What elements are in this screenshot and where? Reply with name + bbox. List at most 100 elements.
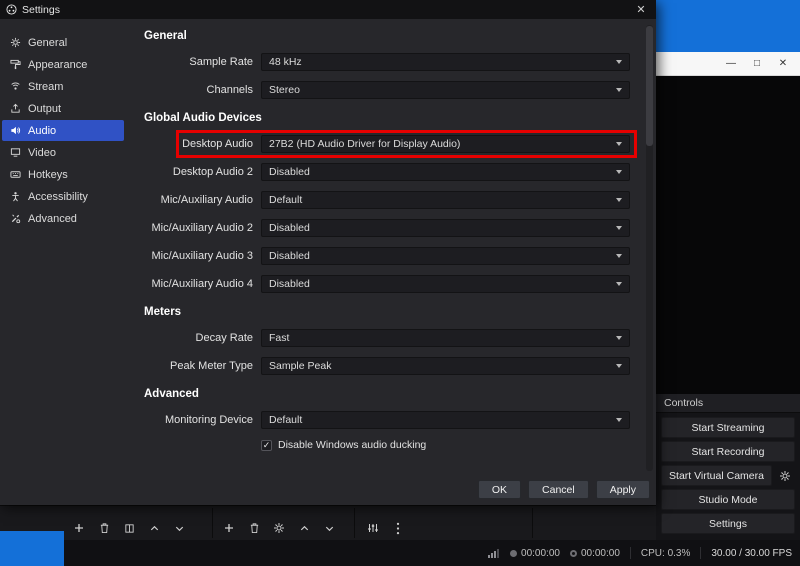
- section-title: General: [144, 29, 630, 43]
- setting-label: Mic/Auxiliary Audio 2: [144, 219, 253, 237]
- section-global-audio-devices: Global Audio Devices Desktop Audio 27B2 …: [144, 111, 630, 293]
- sample-rate-dropdown[interactable]: 48 kHz: [261, 53, 630, 71]
- bottom-dock: [0, 505, 656, 540]
- mic-auxiliary-audio-3-dropdown[interactable]: Disabled: [261, 247, 630, 265]
- monitoring-device-dropdown[interactable]: Default: [261, 411, 630, 429]
- sidebar-item-audio[interactable]: Audio: [2, 120, 124, 141]
- chevron-down-icon: [616, 254, 622, 258]
- disable-audio-ducking-checkbox[interactable]: [261, 440, 272, 451]
- settings-button[interactable]: Settings: [661, 513, 795, 534]
- mixer-sliders-button[interactable]: [366, 521, 380, 535]
- status-separator: [700, 547, 701, 559]
- desktop-background-bottom: [0, 531, 64, 566]
- mic-auxiliary-audio-dropdown[interactable]: Default: [261, 191, 630, 209]
- scrollbar-thumb[interactable]: [646, 26, 653, 146]
- dropdown-value: Disabled: [269, 278, 310, 290]
- dialog-title: Settings: [22, 4, 60, 16]
- status-separator: [630, 547, 631, 559]
- setting-row: Mic/Auxiliary Audio 3 Disabled: [144, 247, 630, 265]
- controls-dock-title: Controls: [656, 394, 800, 413]
- mic-auxiliary-audio-2-dropdown[interactable]: Disabled: [261, 219, 630, 237]
- sidebar-item-video[interactable]: Video: [2, 142, 124, 163]
- sidebar-item-general[interactable]: General: [2, 32, 124, 53]
- chevron-down-icon: [616, 60, 622, 64]
- sidebar-item-advanced[interactable]: Advanced: [2, 208, 124, 229]
- move-up-button[interactable]: [147, 521, 161, 535]
- desktop-background-top: [656, 0, 800, 52]
- setting-row: Sample Rate 48 kHz: [144, 53, 630, 71]
- chevron-down-icon: [616, 418, 622, 422]
- stream-timer: 00:00:00: [570, 548, 620, 559]
- mic-auxiliary-audio-4-dropdown[interactable]: Disabled: [261, 275, 630, 293]
- add-source-button[interactable]: [72, 521, 86, 535]
- studio-mode-button[interactable]: Studio Mode: [661, 489, 795, 510]
- peak-meter-type-dropdown[interactable]: Sample Peak: [261, 357, 630, 375]
- add-button[interactable]: [222, 521, 236, 535]
- settings-sidebar: General Appearance Stream Output Audio: [0, 19, 126, 505]
- sidebar-item-stream[interactable]: Stream: [2, 76, 124, 97]
- broadcast-icon: [9, 81, 21, 92]
- setting-label: Channels: [144, 81, 253, 99]
- section-meters: Meters Decay Rate Fast Peak Meter Type S…: [144, 305, 630, 375]
- cancel-button[interactable]: Cancel: [528, 480, 589, 499]
- setting-label: Mic/Auxiliary Audio 3: [144, 247, 253, 265]
- setting-label: Monitoring Device: [144, 411, 253, 429]
- start-recording-button[interactable]: Start Recording: [661, 441, 795, 462]
- remove-button[interactable]: [247, 521, 261, 535]
- scenes-toolbar: [222, 521, 336, 535]
- dialog-titlebar: Settings ✕: [0, 0, 656, 19]
- audio-ducking-option: Disable Windows audio ducking: [261, 439, 630, 451]
- more-options-kebab-button[interactable]: [391, 521, 405, 535]
- dock-divider: [354, 508, 355, 538]
- dropdown-value: Disabled: [269, 222, 310, 234]
- dropdown-value: Stereo: [269, 84, 300, 96]
- chevron-down-icon: [616, 198, 622, 202]
- start-virtual-camera-button[interactable]: Start Virtual Camera: [661, 465, 772, 486]
- setting-row: Mic/Auxiliary Audio Default: [144, 191, 630, 209]
- section-title: Advanced: [144, 387, 630, 401]
- sidebar-item-label: Audio: [28, 125, 56, 137]
- desktop-audio-dropdown[interactable]: 27B2 (HD Audio Driver for Display Audio): [261, 135, 630, 153]
- setting-label: Peak Meter Type: [144, 357, 253, 375]
- virtual-camera-config-button[interactable]: [775, 465, 795, 486]
- minimize-button[interactable]: —: [718, 58, 744, 69]
- decay-rate-dropdown[interactable]: Fast: [261, 329, 630, 347]
- desktop-audio-2-dropdown[interactable]: Disabled: [261, 163, 630, 181]
- setting-row: Desktop Audio 2 Disabled: [144, 163, 630, 181]
- status-bar: 00:00:00 00:00:00 CPU: 0.3% 30.00 / 30.0…: [0, 540, 800, 566]
- start-streaming-button[interactable]: Start Streaming: [661, 417, 795, 438]
- dropdown-value: Default: [269, 414, 302, 426]
- mixer-toolbar: [366, 521, 405, 535]
- setting-label: Mic/Auxiliary Audio: [144, 191, 253, 209]
- obs-screen: — □ ✕ Controls Start Streaming Start Rec…: [0, 0, 800, 566]
- move-down-button[interactable]: [322, 521, 336, 535]
- chevron-down-icon: [616, 88, 622, 92]
- setting-label: Decay Rate: [144, 329, 253, 347]
- dialog-scrollbar[interactable]: [646, 25, 653, 471]
- fps-indicator: 30.00 / 30.00 FPS: [711, 548, 792, 559]
- move-down-button[interactable]: [172, 521, 186, 535]
- channels-dropdown[interactable]: Stereo: [261, 81, 630, 99]
- dropdown-value: Sample Peak: [269, 360, 331, 372]
- maximize-button[interactable]: □: [744, 58, 770, 69]
- remove-source-button[interactable]: [97, 521, 111, 535]
- close-button[interactable]: ✕: [770, 58, 796, 69]
- paint-roller-icon: [9, 59, 21, 70]
- settings-dialog: Settings ✕ General Appearance Stream: [0, 0, 656, 505]
- sidebar-item-appearance[interactable]: Appearance: [2, 54, 124, 75]
- record-dot-icon: [510, 550, 517, 557]
- sidebar-item-accessibility[interactable]: Accessibility: [2, 186, 124, 207]
- sidebar-item-hotkeys[interactable]: Hotkeys: [2, 164, 124, 185]
- setting-row-desktop-audio: Desktop Audio 27B2 (HD Audio Driver for …: [144, 135, 630, 153]
- properties-gear-button[interactable]: [272, 521, 286, 535]
- tools-icon: [9, 213, 21, 224]
- dialog-close-button[interactable]: ✕: [632, 3, 650, 16]
- person-icon: [9, 191, 21, 202]
- sidebar-item-output[interactable]: Output: [2, 98, 124, 119]
- apply-button[interactable]: Apply: [596, 480, 650, 499]
- ok-button[interactable]: OK: [478, 480, 521, 499]
- source-properties-button[interactable]: [122, 521, 136, 535]
- rec-timer: 00:00:00: [510, 548, 560, 559]
- sidebar-item-label: Video: [28, 147, 56, 159]
- move-up-button[interactable]: [297, 521, 311, 535]
